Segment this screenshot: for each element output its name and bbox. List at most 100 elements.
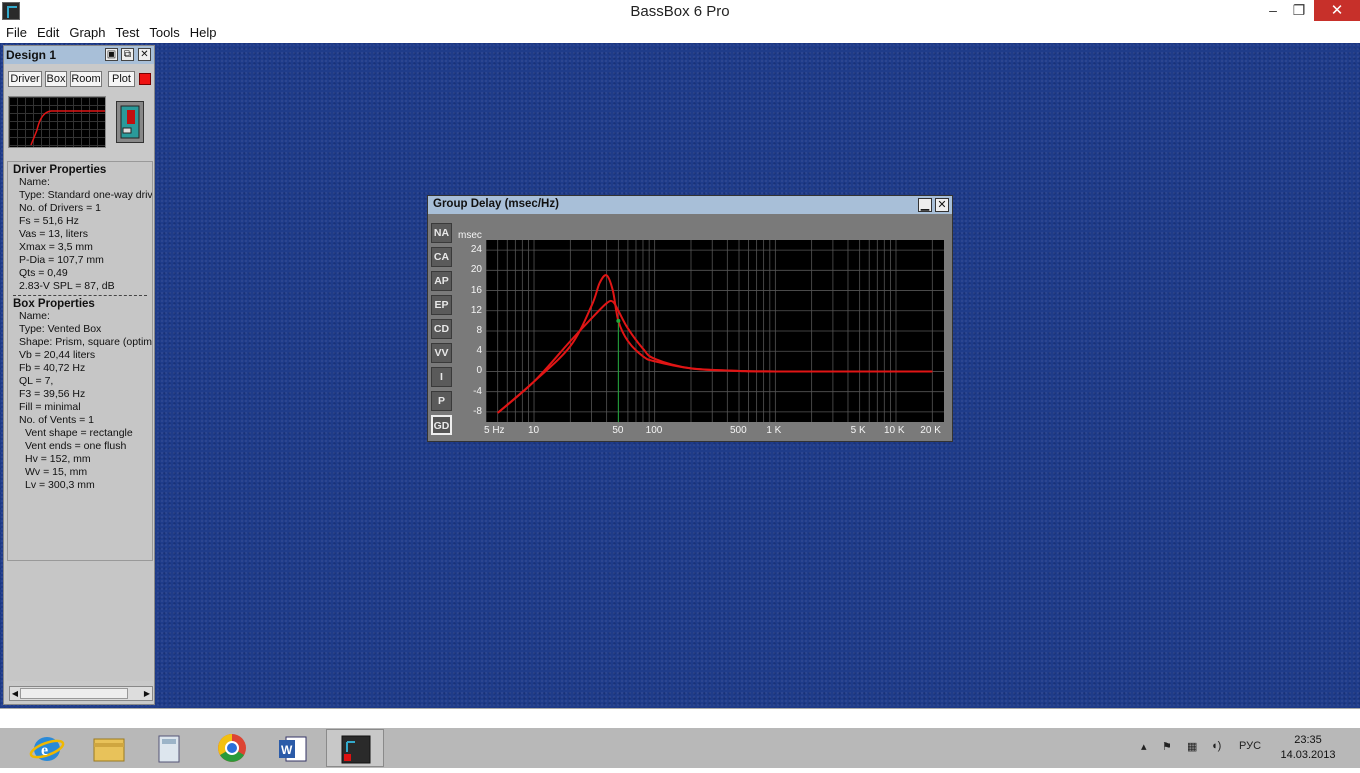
driver-properties-heading: Driver Properties: [13, 164, 107, 176]
copy-icon[interactable]: ⧉: [121, 48, 134, 61]
y-tick-label: -4: [473, 385, 482, 397]
driver-prop: Qts = 0,49: [19, 267, 68, 279]
group-delay-curve-2: [497, 299, 933, 414]
box-prop: Fill = minimal: [19, 401, 81, 413]
tab-box[interactable]: Box: [45, 71, 67, 87]
box-prop: Name:: [19, 310, 50, 322]
taskbar: e W ▴ ⚑ ▦ ◖) РУС 23:35 14.03.2013: [0, 728, 1360, 768]
group-delay-window: Group Delay (msec/Hz) ▁ ✕ NA CA AP EP CD…: [427, 195, 953, 442]
close-icon[interactable]: ✕: [138, 48, 151, 61]
y-tick-label: 0: [476, 365, 482, 377]
divider: [13, 295, 147, 296]
scroll-left-icon[interactable]: ◀: [10, 687, 20, 700]
save-icon[interactable]: ▣: [105, 48, 118, 61]
volume-icon[interactable]: ◖): [1211, 740, 1221, 752]
plot-color-swatch[interactable]: [139, 73, 151, 85]
graph-close-icon[interactable]: ✕: [935, 198, 949, 212]
ie-icon[interactable]: e: [18, 729, 76, 767]
vent-prop: Lv = 300,3 mm: [25, 479, 95, 491]
menu-tools[interactable]: Tools: [145, 23, 183, 40]
box-properties-heading: Box Properties: [13, 298, 95, 310]
driver-prop: 2.83-V SPL = 87, dB: [19, 280, 115, 292]
clock-time: 23:35: [1294, 734, 1322, 746]
x-tick-label: 100: [645, 425, 663, 436]
box-prop: Type: Vented Box: [19, 323, 102, 335]
box-prop: Vb = 20,44 liters: [19, 349, 96, 361]
x-tick-label: 20 K: [920, 425, 941, 436]
design-header: Design 1 ▣ ⧉ ✕: [4, 46, 154, 64]
show-hidden-icons-icon[interactable]: ▴: [1141, 740, 1147, 753]
response-thumbnail[interactable]: [8, 96, 106, 148]
language-indicator[interactable]: РУС: [1239, 740, 1261, 752]
y-tick-label: 20: [470, 264, 482, 276]
driver-prop: Name:: [19, 176, 50, 188]
vent-prop: Vent ends = one flush: [25, 440, 127, 452]
gd-button[interactable]: GD: [431, 415, 452, 435]
vent-prop: Vent shape = rectangle: [25, 427, 133, 439]
y-tick-label: 16: [470, 284, 482, 296]
tab-driver[interactable]: Driver: [8, 71, 42, 87]
chrome-icon[interactable]: [203, 729, 261, 767]
box-prop: Shape: Prism, square (optimu: [19, 336, 153, 348]
close-button[interactable]: ✕: [1314, 0, 1360, 21]
x-tick-label: 500: [730, 425, 747, 436]
x-tick-label: 5 Hz: [484, 425, 505, 436]
word-icon[interactable]: W: [264, 729, 322, 767]
x-tick-label: 10: [528, 425, 540, 436]
menu-file[interactable]: File: [2, 23, 31, 40]
y-tick-label: -8: [473, 405, 482, 417]
graph-minimize-icon[interactable]: ▁: [918, 198, 932, 212]
y-axis-unit: msec: [458, 230, 482, 241]
graph-title: Group Delay (msec/Hz): [433, 198, 559, 210]
clock[interactable]: 23:35 14.03.2013: [1280, 733, 1336, 763]
window-title: BassBox 6 Pro: [630, 3, 730, 20]
menu-help[interactable]: Help: [186, 23, 221, 40]
clock-date: 14.03.2013: [1280, 749, 1336, 761]
x-tick-label: 10 K: [883, 425, 905, 436]
scroll-right-icon[interactable]: ▶: [142, 687, 152, 700]
box-prop: Fb = 40,72 Hz: [19, 362, 86, 374]
menu-edit[interactable]: Edit: [33, 23, 63, 40]
driver-prop: Xmax = 3,5 mm: [19, 241, 93, 253]
driver-prop: P-Dia = 107,7 mm: [19, 254, 104, 266]
x-tick-label: 1 K: [766, 425, 782, 436]
driver-prop: Type: Standard one-way driv: [19, 189, 153, 201]
horizontal-scrollbar[interactable]: ◀ ▶: [9, 686, 153, 701]
box-prop: No. of Vents = 1: [19, 414, 95, 426]
chart-svg: [485, 240, 944, 422]
group-delay-plot[interactable]: [485, 240, 944, 422]
driver-prop: Fs = 51,6 Hz: [19, 215, 79, 227]
box-prop: QL = 7,: [19, 375, 54, 387]
speaker-box-icon[interactable]: [116, 101, 144, 143]
design-panel: Design 1 ▣ ⧉ ✕ Driver Box Room Plot Driv…: [3, 45, 155, 705]
x-tick-label: 50: [612, 425, 624, 436]
scroll-thumb[interactable]: [20, 688, 128, 699]
graph-header: Group Delay (msec/Hz) ▁ ✕: [428, 196, 952, 214]
file-explorer-icon[interactable]: [80, 729, 138, 767]
svg-text:W: W: [281, 743, 293, 757]
menu-graph[interactable]: Graph: [65, 23, 109, 40]
tab-plot[interactable]: Plot: [108, 71, 135, 87]
tab-room[interactable]: Room: [70, 71, 102, 87]
flag-icon[interactable]: ⚑: [1162, 740, 1172, 753]
properties-list: Driver Properties Name: Type: Standard o…: [7, 161, 153, 561]
cursor-marker: [616, 318, 621, 323]
maximize-button[interactable]: ❐: [1284, 0, 1314, 21]
calculator-icon[interactable]: [141, 729, 199, 767]
x-tick-label: 5 K: [850, 425, 866, 436]
na-button[interactable]: NA: [431, 223, 452, 243]
bassbox-taskbar-icon[interactable]: [326, 729, 384, 767]
menu-bar: File Edit Graph Test Tools Help: [0, 23, 1360, 43]
status-bar: [0, 708, 1360, 729]
box-prop: F3 = 39,56 Hz: [19, 388, 86, 400]
svg-text:e: e: [41, 742, 48, 759]
y-tick-label: 12: [470, 304, 482, 316]
y-tick-label: 4: [476, 345, 482, 357]
vent-prop: Hv = 152, mm: [25, 453, 91, 465]
network-icon[interactable]: ▦: [1187, 740, 1197, 753]
design-title: Design 1: [6, 48, 57, 62]
properties-empty-area: [7, 561, 153, 681]
menu-test[interactable]: Test: [112, 23, 144, 40]
group-delay-curve-1: [497, 274, 933, 414]
driver-prop: Vas = 13, liters: [19, 228, 88, 240]
